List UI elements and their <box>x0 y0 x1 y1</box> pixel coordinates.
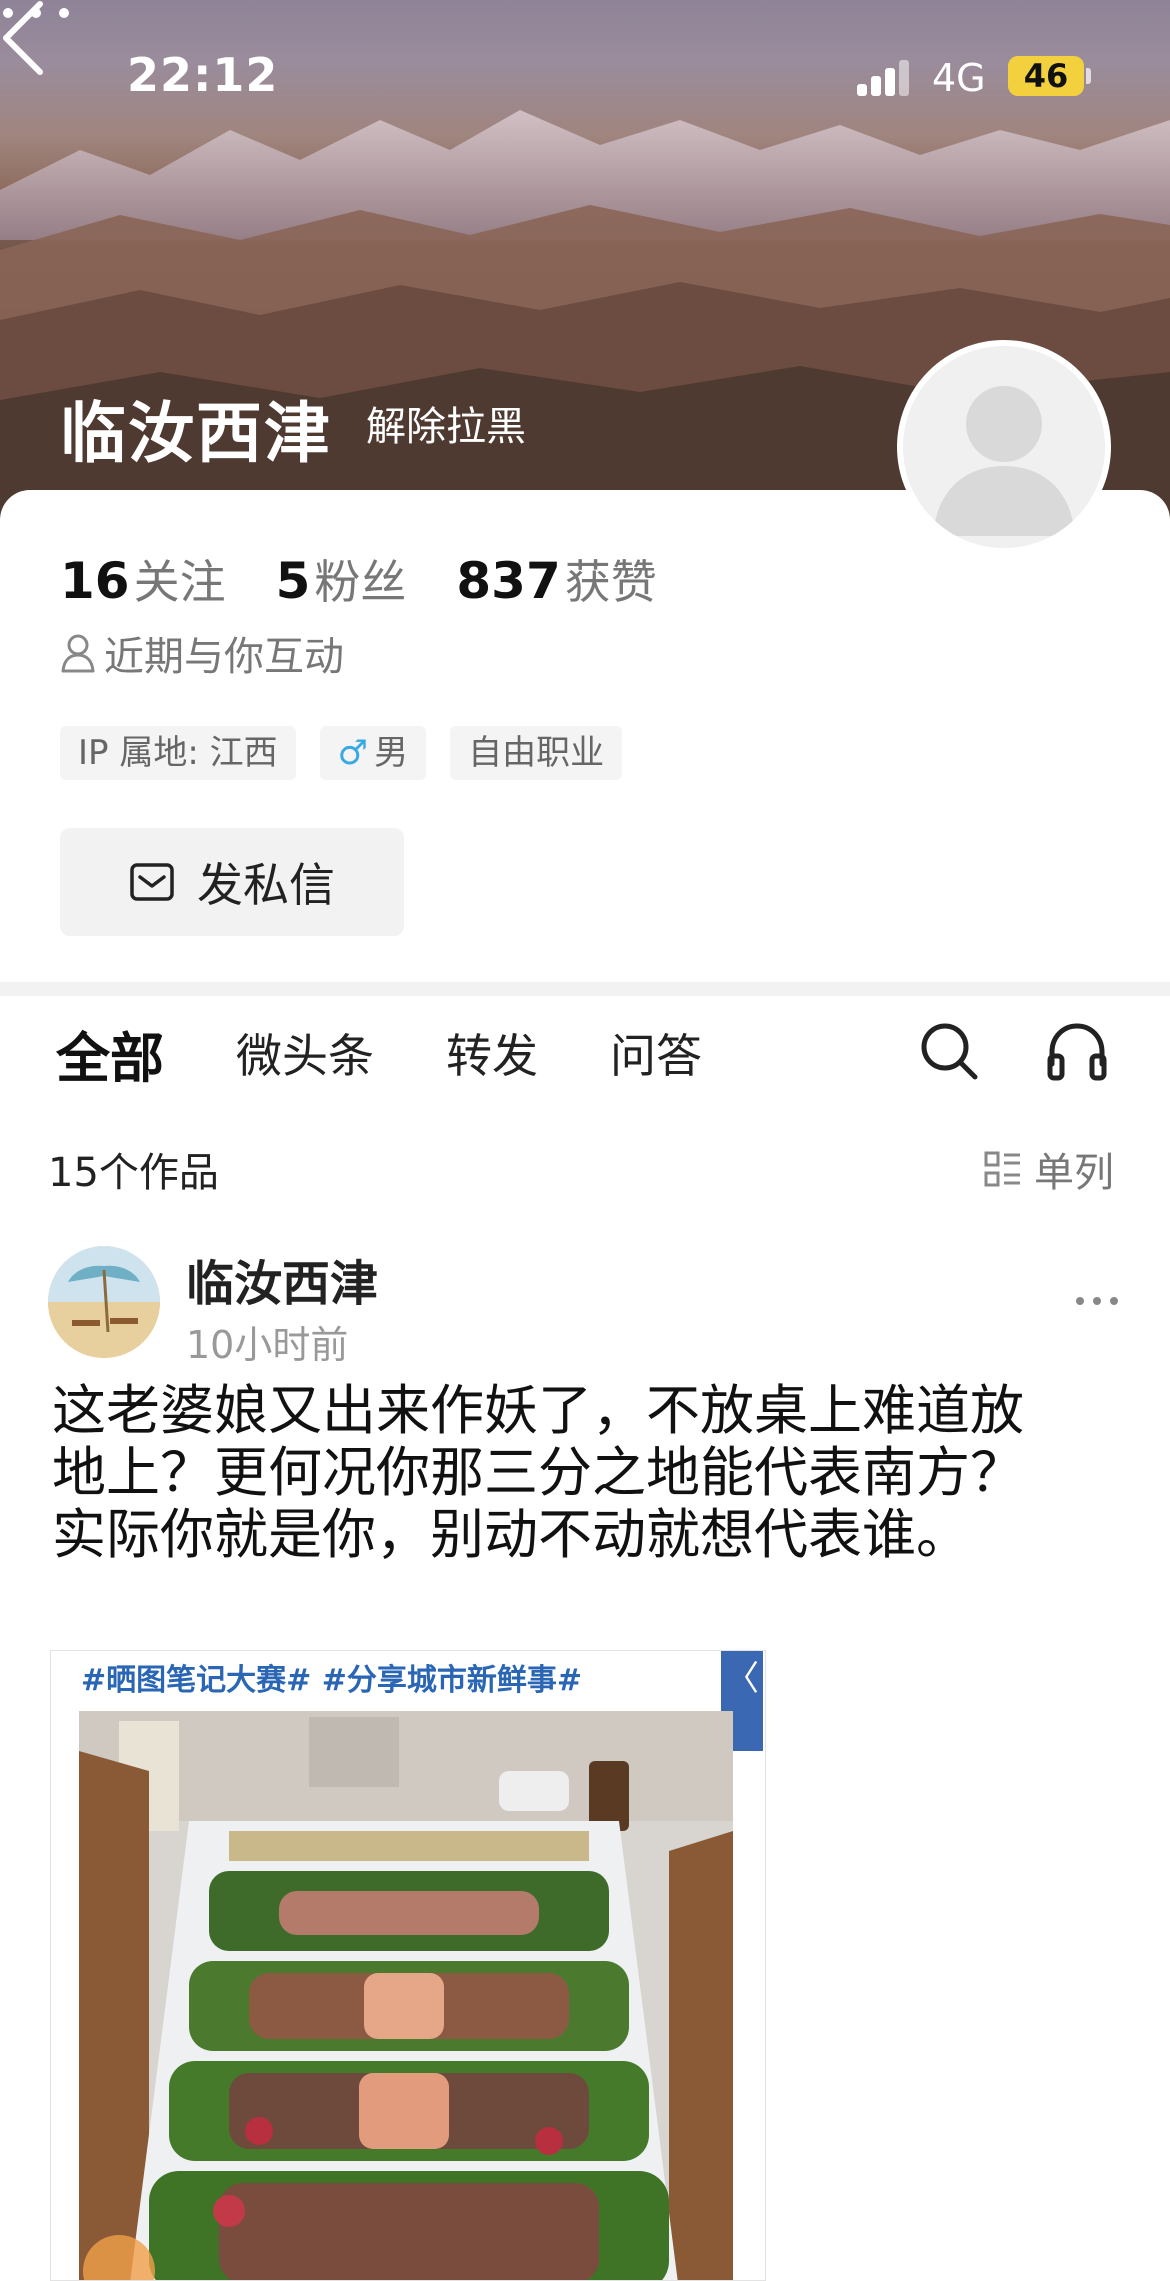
following-label[interactable]: 关注 <box>134 555 226 609</box>
battery-tip <box>1086 68 1091 84</box>
post-image[interactable]: #晒图笔记大赛# #分享城市新鲜事# 〈 <box>50 1650 766 2281</box>
layout-toggle-label: 单列 <box>1034 1150 1114 1196</box>
food-table-photo <box>79 1711 733 2280</box>
more-options-icon[interactable] <box>0 0 72 26</box>
gender-text: 男 <box>374 733 409 773</box>
post-author-avatar[interactable] <box>48 1246 160 1358</box>
signal-icon <box>857 58 917 96</box>
post-more-icon[interactable] <box>1074 1294 1120 1308</box>
likes-label: 获赞 <box>564 555 657 609</box>
beach-avatar-image <box>48 1246 160 1358</box>
battery-icon: 46 <box>1008 56 1084 96</box>
works-count: 15个作品 <box>48 1150 219 1196</box>
male-icon: ♂ <box>337 733 369 773</box>
person-icon <box>61 634 95 673</box>
post-author-name[interactable]: 临汝西津 <box>186 1244 378 1314</box>
tab-qa[interactable]: 问答 <box>610 1020 702 1086</box>
post-timestamp: 10小时前 <box>186 1323 349 1367</box>
section-divider <box>0 982 1170 996</box>
followers-label[interactable]: 粉丝 <box>314 555 406 609</box>
profile-avatar[interactable] <box>897 340 1111 554</box>
profile-name: 临汝西津 <box>60 395 332 472</box>
status-time: 22:12 <box>127 48 279 102</box>
mail-icon <box>130 863 174 901</box>
image-hashtags: #晒图笔记大赛# #分享城市新鲜事# <box>81 1663 582 1698</box>
tab-all[interactable]: 全部 <box>56 1014 164 1093</box>
post-text-line: 这老婆娘又出来作妖了，不放桌上难道放 <box>52 1379 1024 1442</box>
following-count[interactable]: 16 <box>60 552 130 610</box>
tab-micro-posts[interactable]: 微头条 <box>236 1020 374 1086</box>
post-text-line: 地上？更何况你那三分之地能代表南方？ <box>52 1441 1024 1504</box>
post-text-line: 实际你就是你，别动不动就想代表谁。 <box>52 1503 970 1566</box>
interaction-text: 近期与你互动 <box>104 634 344 680</box>
send-message-label: 发私信 <box>197 858 335 912</box>
network-type: 4G <box>932 56 986 100</box>
tab-reposts[interactable]: 转发 <box>446 1020 538 1086</box>
followers-count[interactable]: 5 <box>276 552 311 610</box>
search-icon[interactable] <box>918 1020 980 1082</box>
gender-tag: ♂ 男 <box>319 726 427 780</box>
list-layout-icon <box>984 1151 1020 1187</box>
profile-stats: 16关注 5粉丝 837获赞 <box>60 546 707 612</box>
send-message-button[interactable]: 发私信 <box>60 828 404 936</box>
ip-location-tag: IP 属地: 江西 <box>60 726 296 780</box>
headphones-icon[interactable] <box>1046 1020 1108 1082</box>
likes-count: 837 <box>456 552 561 610</box>
post-text[interactable]: 这老婆娘又出来作妖了，不放桌上难道放 地上？更何况你那三分之地能代表南方？ 实际… <box>52 1380 1132 1566</box>
content-tabs: 全部 微头条 转发 问答 <box>56 1018 774 1090</box>
occupation-tag: 自由职业 <box>450 726 623 780</box>
layout-toggle[interactable]: 单列 <box>984 1140 1114 1198</box>
default-avatar-icon <box>903 346 1105 548</box>
profile-tags: IP 属地: 江西 ♂ 男 自由职业 <box>60 726 623 780</box>
interaction-note: 近期与你互动 <box>60 624 344 682</box>
unblock-button[interactable]: 解除拉黑 <box>366 394 526 452</box>
